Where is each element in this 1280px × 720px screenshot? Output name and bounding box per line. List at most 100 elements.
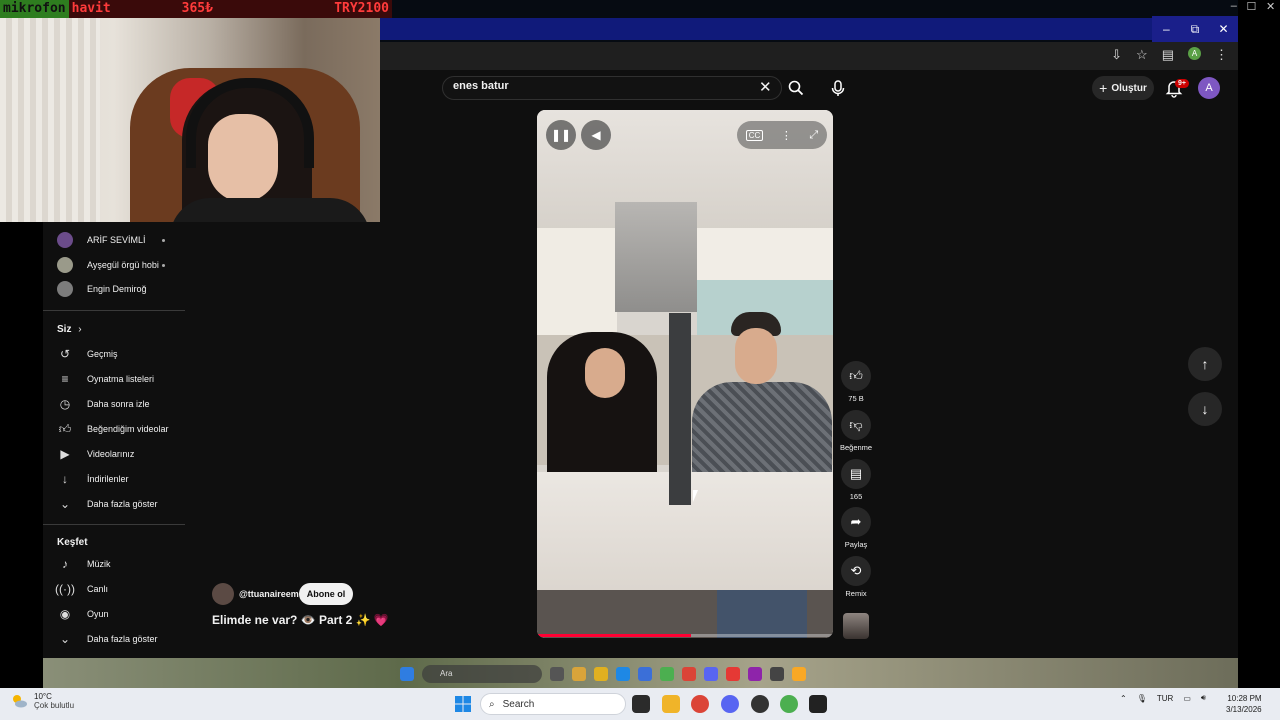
thumb-down-icon: 👎︎ [841,410,871,440]
bookmark-star-icon[interactable]: ☆ [1136,47,1148,63]
language-indicator[interactable]: TUR [1157,694,1173,703]
close-button[interactable]: ✕ [1209,16,1238,42]
remix-icon: ⟲ [841,556,871,586]
pause-icon[interactable]: ❚❚ [546,120,576,150]
subscribe-button[interactable]: Abone ol [299,583,353,605]
mic-icon[interactable] [828,77,848,99]
restore-button[interactable]: ⧉ [1181,16,1210,42]
sidebar-item-playlists[interactable]: ≡ Oynatma listeleri [57,369,154,389]
sidebar-item-liked-videos[interactable]: 👍︎ Beğendiğim videolar [57,419,169,439]
sidebar-item-downloads[interactable]: ↓ İndirilenler [57,469,129,489]
browser-menu-icon[interactable]: ⋮ [1215,47,1228,63]
create-button[interactable]: + Oluştur [1092,76,1154,100]
app-icon[interactable] [792,667,806,681]
chrome-icon[interactable] [682,667,696,681]
host-close-button[interactable]: ✕ [1266,0,1275,16]
chevron-right-icon: › [78,324,82,335]
chrome-icon[interactable] [691,695,709,713]
obs-icon[interactable] [751,695,769,713]
arrow-up-icon: ↑ [1201,356,1209,372]
clock-date: 3/13/2026 [1226,705,1262,714]
folder-icon[interactable] [594,667,608,681]
taskbar-search-placeholder: Search [502,698,535,710]
app-icon[interactable] [638,667,652,681]
like-count: 75 B [848,394,864,403]
weather-widget[interactable]: 10°C Çok bulutlu [10,692,74,710]
sidebar-item-your-videos[interactable]: ▶ Videolarınız [57,444,134,464]
subscription-item[interactable]: Engin Demiroğ [57,279,147,299]
explore-section-heading: Keşfet [57,537,88,548]
remix-button[interactable]: ⟲ Remix [840,556,872,598]
chevron-up-icon[interactable]: ⌃ [1120,694,1127,703]
search-icon[interactable] [786,77,806,99]
edge-icon[interactable] [616,667,630,681]
minimize-button[interactable]: – [1152,16,1181,42]
fullscreen-icon[interactable]: ⤢ [809,129,818,142]
sidebar-item-label: Videolarınız [87,449,135,459]
sidebar-item-watch-later[interactable]: ◷ Daha sonra izle [57,394,150,414]
volume-icon[interactable]: ◀ [581,120,611,150]
subscription-item[interactable]: ARİF SEVİMLİ [57,230,146,250]
overlay-mic-label: mikrofon [0,0,69,18]
task-view-icon[interactable] [632,695,650,713]
sidebar-show-more[interactable]: ⌄ Daha fazla göster [57,629,158,649]
comments-button[interactable]: ▤ 165 [840,459,872,501]
host-minimize-button[interactable]: – [1231,0,1237,16]
microphone-icon[interactable]: 🎙︎ [1137,694,1147,703]
like-button[interactable]: 👍︎ 75 B [840,361,872,403]
file-explorer-icon[interactable] [572,667,586,681]
sidebar-item-gaming[interactable]: ◉ Oyun [57,604,109,624]
discord-icon[interactable] [721,695,739,713]
clear-search-icon[interactable]: ✕ [759,78,772,96]
history-icon: ↺ [59,347,71,361]
arrow-down-icon: ↓ [1201,401,1209,417]
notification-count-badge: 9+ [1175,79,1189,88]
shorts-video-player[interactable]: ❚❚ ◀ CC ⋮ ⤢ [537,110,833,638]
install-app-icon[interactable]: ⇩ [1111,47,1122,63]
captions-icon[interactable]: CC [745,129,764,141]
file-explorer-icon[interactable] [662,695,680,713]
overlay-brand-label: havit [68,0,179,18]
sidebar-show-more[interactable]: ⌄ Daha fazla göster [57,494,158,514]
volume-icon[interactable]: 🔊︎ [1201,693,1206,703]
app-icon[interactable] [748,667,762,681]
extensions-icon[interactable]: ▤ [1162,47,1174,63]
sound-thumbnail[interactable] [843,613,869,639]
task-view-icon[interactable] [550,667,564,681]
next-short-button[interactable]: ↓ [1188,392,1222,426]
sidebar-item-live[interactable]: ((·)) Canlı [55,579,108,599]
discord-icon[interactable] [704,667,718,681]
share-button[interactable]: ➦ Paylaş [840,507,872,549]
sidebar-item-music[interactable]: ♪ Müzik [57,554,111,574]
sidebar-item-history[interactable]: ↺ Geçmiş [57,344,118,364]
profile-icon[interactable]: A [1188,47,1201,60]
app-icon[interactable] [726,667,740,681]
windows-start-icon[interactable] [454,695,472,713]
network-icon[interactable]: ▭ [1183,694,1191,703]
webcam-overlay [0,18,380,222]
taskbar-clock[interactable]: 10:28 PM 3/13/2026 [1226,693,1262,715]
account-avatar[interactable]: A [1198,77,1220,99]
more-options-icon[interactable]: ⋮ [781,129,792,142]
dislike-button[interactable]: 👎︎ Beğenme [840,410,872,452]
chrome-profile-icon[interactable] [780,695,798,713]
share-icon: ➦ [841,507,871,537]
inner-search-box[interactable]: Ara [422,665,542,683]
windows-start-icon[interactable] [400,667,414,681]
taskbar-search-box[interactable]: ⌕ Search [480,693,626,715]
browser-tab-strip[interactable] [380,18,1160,40]
host-maximize-button[interactable]: ☐ [1247,0,1257,16]
previous-short-button[interactable]: ↑ [1188,347,1222,381]
app-icon[interactable] [770,667,784,681]
sidebar-item-label: Oyun [87,609,109,619]
you-section-heading[interactable]: Siz › [57,324,82,335]
overlay-amount-label: 365₺ [178,0,269,18]
sidebar-item-label: Beğendiğim videolar [87,424,169,434]
app-icon[interactable] [809,695,827,713]
subscription-item[interactable]: Ayşegül örgü hobi [57,255,159,275]
address-bar[interactable]: ⇩ ☆ ▤ A ⋮ [380,42,1238,70]
channel-avatar[interactable] [212,583,234,605]
app-icon[interactable] [660,667,674,681]
sidebar-item-label: Oynatma listeleri [87,374,155,384]
channel-name[interactable]: @ttuanaireem [239,589,299,599]
